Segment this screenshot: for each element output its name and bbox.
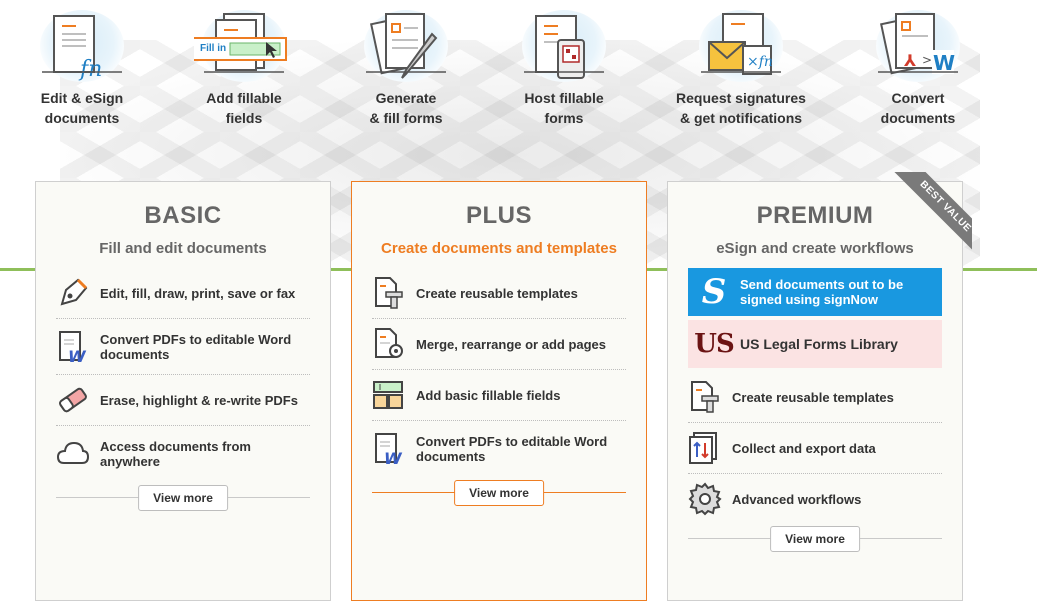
svg-text:⅄: ⅄	[903, 51, 916, 70]
best-value-ribbon: BEST VALUE	[886, 172, 972, 258]
view-more-row: View more	[372, 480, 626, 506]
feature-convert-documents[interactable]: ⅄ > W Convert documents	[833, 8, 1003, 128]
list-item: Advanced workflows	[688, 474, 942, 524]
list-item-text: Convert PDFs to editable Word documents	[416, 433, 608, 464]
plan-card-plus: PLUS Create documents and templates Crea…	[351, 181, 647, 601]
svg-text:fn: fn	[78, 57, 102, 82]
gear-icon	[688, 482, 722, 516]
uslegal-banner[interactable]: US US Legal Forms Library	[688, 320, 942, 368]
list-item: Add basic fillable fields	[372, 370, 626, 421]
list-item: Edit, fill, draw, print, save or fax	[56, 268, 310, 319]
list-item: Access documents from anywhere	[56, 426, 310, 481]
plan-subtitle: Create documents and templates	[381, 240, 617, 257]
plan-title: PLUS	[465, 202, 532, 229]
list-item-text: Add basic fillable fields	[416, 387, 561, 403]
feature-label: Generate & fill forms	[369, 90, 443, 126]
view-more-button[interactable]: View more	[770, 526, 860, 552]
document-gear-icon	[372, 327, 406, 361]
word-document-icon: W	[372, 432, 406, 466]
svg-text:W: W	[68, 347, 87, 364]
svg-text:W: W	[384, 449, 403, 466]
list-item: Create reusable templates	[372, 268, 626, 319]
view-more-row: View more	[56, 485, 310, 511]
view-more-button[interactable]: View more	[138, 485, 228, 511]
template-icon	[372, 276, 406, 310]
list-item: Create reusable templates	[688, 372, 942, 423]
eraser-icon	[56, 383, 90, 417]
feature-host-forms[interactable]: Host fillable forms	[479, 8, 649, 128]
request-signatures-icon: ×fn	[701, 13, 781, 75]
word-document-icon: W	[56, 330, 90, 364]
feature-generate-forms[interactable]: Generate & fill forms	[321, 8, 491, 128]
list-item-text: Collect and export data	[732, 440, 876, 456]
uslegal-logo-icon: US	[694, 329, 734, 359]
esign-document-icon: fn	[42, 15, 122, 82]
generate-forms-icon	[366, 13, 446, 79]
list-item-text: Advanced workflows	[732, 491, 862, 507]
cloud-icon	[56, 437, 90, 471]
feature-list: Create reusable templates Merge, rearran…	[372, 268, 626, 476]
feature-edit-esign[interactable]: fn Edit & eSign documents	[0, 8, 167, 128]
feature-label: Request signatures & get notifications	[676, 90, 806, 126]
feature-label: Host fillable forms	[524, 90, 604, 126]
list-item-text: Convert PDFs to editable Word documents	[100, 331, 292, 362]
view-more-row: View more	[688, 526, 942, 552]
list-item-text: Merge, rearrange or add pages	[416, 336, 607, 352]
list-item: W Convert PDFs to editable Word document…	[56, 319, 310, 375]
feature-label: Add fillable fields	[206, 90, 282, 126]
list-item: Erase, highlight & re-write PDFs	[56, 375, 310, 426]
plan-card-premium: BEST VALUE PREMIUM eSign and create work…	[667, 172, 972, 601]
list-item-text: Create reusable templates	[416, 285, 578, 301]
svg-text:>: >	[922, 53, 932, 67]
plan-subtitle: Fill and edit documents	[99, 240, 267, 257]
fill-in-badge: Fill in	[200, 43, 227, 54]
feature-request-signatures[interactable]: ×fn Request signatures & get notificatio…	[656, 8, 826, 128]
list-item: W Convert PDFs to editable Word document…	[372, 421, 626, 476]
feature-label: Edit & eSign documents	[40, 90, 124, 126]
feature-fillable-fields[interactable]: Fill in Add fillable fields	[159, 8, 329, 128]
feature-list: Create reusable templates Collect and ex…	[688, 372, 942, 524]
convert-documents-icon: ⅄ > W	[878, 13, 958, 75]
pen-icon	[56, 276, 90, 310]
list-item-text: Create reusable templates	[732, 389, 894, 405]
list-item-text: Access documents from anywhere	[100, 438, 251, 469]
feature-label: Convert documents	[880, 90, 956, 126]
ribbon-label: BEST VALUE	[891, 172, 972, 258]
svg-text:×fn: ×fn	[747, 54, 773, 70]
signnow-text: Send documents out to be signed using si…	[740, 277, 904, 307]
uslegal-text: US Legal Forms Library	[740, 336, 898, 352]
list-item: Merge, rearrange or add pages	[372, 319, 626, 370]
list-item-text: Erase, highlight & re-write PDFs	[100, 392, 298, 408]
plan-card-basic: BASIC Fill and edit documents Edit, fill…	[35, 181, 331, 601]
list-item: Collect and export data	[688, 423, 942, 474]
signnow-logo-icon: S	[701, 272, 727, 312]
view-more-button[interactable]: View more	[454, 480, 544, 506]
collect-export-icon	[688, 431, 722, 465]
template-icon	[688, 380, 722, 414]
fields-grid-icon	[372, 378, 406, 412]
list-item-text: Edit, fill, draw, print, save or fax	[100, 285, 296, 301]
signnow-banner[interactable]: S Send documents out to be signed using …	[688, 268, 942, 316]
host-forms-icon	[524, 15, 604, 79]
feature-list: Edit, fill, draw, print, save or fax W C…	[56, 268, 310, 481]
features-row: fn Edit & eSign documents Fill in Add fi…	[0, 0, 1037, 170]
plan-title: BASIC	[144, 202, 222, 229]
